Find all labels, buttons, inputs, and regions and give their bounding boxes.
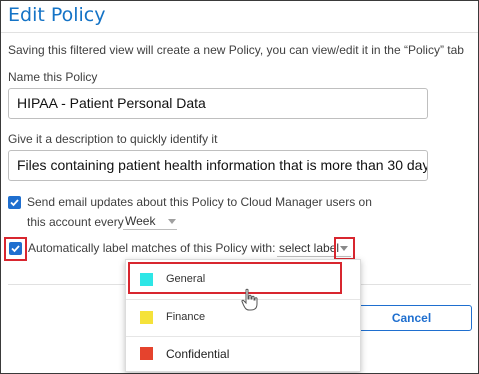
email-updates-checkbox[interactable] [8,196,21,209]
email-updates-label: Send email updates about this Policy to … [27,195,372,209]
auto-label-checkbox[interactable] [9,242,22,255]
chevron-down-icon [168,219,176,224]
name-label: Name this Policy [8,70,98,84]
confidential-color-swatch [140,347,153,360]
highlight-general-option [128,262,342,294]
email-frequency-select[interactable]: Week [123,213,177,230]
label-select-value: select label [279,241,340,255]
label-dropdown-chevron-icon[interactable] [340,246,348,251]
label-option-text: Confidential [166,347,230,361]
label-option-text: Finance [166,311,206,323]
option-divider [126,336,360,337]
description-label: Give it a description to quickly identif… [8,132,218,146]
auto-label-text: Automatically label matches of this Poli… [28,241,276,255]
email-frequency-label: this account every [27,215,124,229]
edit-policy-dialog: Edit Policy Saving this filtered view wi… [0,0,479,374]
policy-description-input[interactable]: Files containing patient health informat… [8,150,428,181]
dialog-title: Edit Policy [8,4,106,26]
checkmark-icon [11,245,20,253]
label-option-confidential[interactable]: Confidential [126,338,360,368]
policy-name-input[interactable]: HIPAA - Patient Personal Data [8,88,428,119]
intro-text: Saving this filtered view will create a … [8,43,464,57]
finance-color-swatch [140,311,153,324]
email-frequency-value: Week [125,214,156,228]
cancel-button[interactable]: Cancel [351,305,472,331]
checkmark-icon [10,199,19,207]
title-divider [1,32,478,33]
hand-cursor-icon [241,288,258,311]
